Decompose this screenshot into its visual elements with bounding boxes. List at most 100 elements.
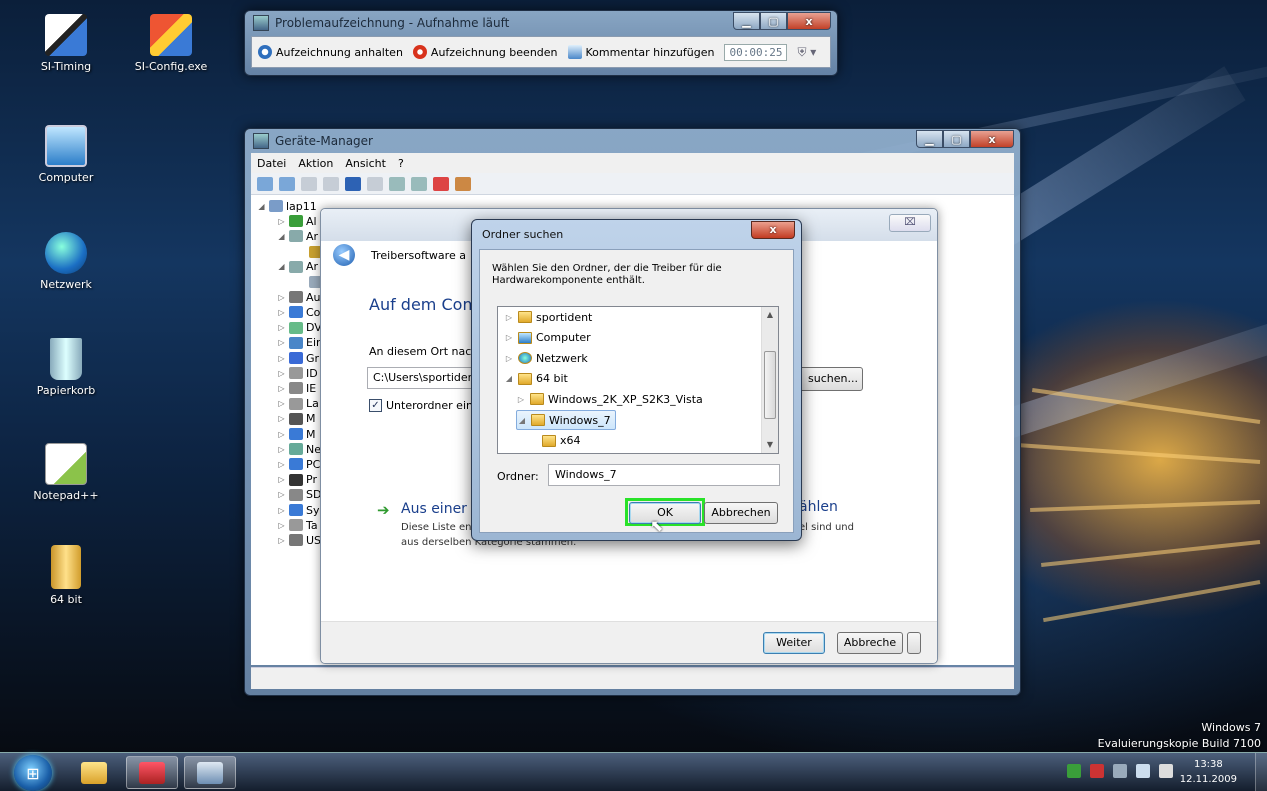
cancel-button[interactable]: Abbrechen bbox=[704, 502, 778, 524]
device-tree-item[interactable]: ▷ ID bbox=[277, 366, 317, 380]
expand-arrow-icon[interactable]: ▷ bbox=[504, 333, 514, 342]
expand-arrow-icon[interactable]: ▷ bbox=[277, 506, 286, 515]
expand-arrow-icon[interactable]: ▷ bbox=[516, 395, 526, 404]
scan-hardware-icon[interactable] bbox=[389, 176, 405, 191]
expand-arrow-icon[interactable]: ◢ bbox=[504, 374, 514, 383]
wizard-close-button[interactable]: ⌧ bbox=[889, 214, 931, 232]
help-icon[interactable] bbox=[345, 176, 361, 191]
expand-arrow-icon[interactable]: ◢ bbox=[277, 262, 286, 271]
expand-arrow-icon[interactable]: ▷ bbox=[277, 521, 286, 530]
uninstall-icon[interactable] bbox=[433, 176, 449, 191]
help-icon[interactable]: ⛨ ▾ bbox=[797, 45, 816, 60]
device-tree-item[interactable]: ▷ M bbox=[277, 427, 315, 441]
device-tree-item[interactable]: ◢ Ar bbox=[277, 229, 318, 243]
expand-arrow-icon[interactable]: ▷ bbox=[277, 430, 286, 439]
minimize-button[interactable]: ▁ bbox=[916, 130, 943, 148]
disable-icon[interactable] bbox=[455, 176, 471, 191]
device-tree-item[interactable]: ◢ lap11 bbox=[257, 199, 316, 213]
device-tree-item[interactable]: ▷ SD bbox=[277, 488, 321, 502]
device-tree-item[interactable]: ▷ Al bbox=[277, 214, 316, 228]
folder-tree-item[interactable]: ▷ Computer bbox=[504, 328, 595, 348]
scroll-up-arrow-icon[interactable]: ▲ bbox=[762, 307, 778, 323]
tray-volume-icon[interactable] bbox=[1159, 764, 1173, 778]
close-button[interactable]: x bbox=[970, 130, 1014, 148]
taskbar-clock[interactable]: 13:38 12.11.2009 bbox=[1180, 757, 1237, 787]
properties-icon[interactable] bbox=[323, 176, 339, 191]
desktop-icon-si-timing[interactable]: SI-Timing bbox=[25, 14, 107, 73]
device-tree-item[interactable]: ▷ US bbox=[277, 533, 321, 547]
device-tree-item[interactable]: ◢ Ar bbox=[277, 260, 318, 274]
expand-arrow-icon[interactable]: ▷ bbox=[277, 414, 286, 423]
tray-action-center-icon[interactable] bbox=[1090, 764, 1104, 778]
taskbar-device-manager[interactable] bbox=[184, 756, 236, 789]
expand-arrow-icon[interactable]: ▷ bbox=[277, 460, 286, 469]
expand-arrow-icon[interactable]: ▷ bbox=[277, 445, 286, 454]
device-tree-item[interactable]: ▷ Ta bbox=[277, 518, 317, 532]
menu-ansicht[interactable]: Ansicht bbox=[345, 157, 386, 170]
device-tree-item[interactable]: ▷ Gr bbox=[277, 351, 319, 365]
folder-tree-item[interactable]: x64 bbox=[528, 431, 585, 451]
close-button[interactable]: x bbox=[787, 12, 831, 30]
folder-tree-item[interactable]: ▷ Netzwerk bbox=[504, 348, 592, 368]
update-driver-icon[interactable] bbox=[411, 176, 427, 191]
tray-network-icon[interactable] bbox=[1136, 764, 1150, 778]
minimize-button[interactable]: ▁ bbox=[733, 12, 760, 30]
device-tree-item[interactable]: ▷ La bbox=[277, 397, 318, 411]
back-arrow-icon[interactable]: ◀ bbox=[333, 244, 355, 266]
expand-arrow-icon[interactable]: ◢ bbox=[277, 232, 286, 241]
tray-usb-icon[interactable] bbox=[1113, 764, 1127, 778]
pick-from-list-link-tail[interactable]: ählen bbox=[799, 499, 838, 515]
folder-tree-item[interactable]: ▷ Windows_2K_XP_S2K3_Vista bbox=[516, 389, 707, 409]
maximize-button[interactable]: ▢ bbox=[760, 12, 787, 30]
taskbar-explorer[interactable] bbox=[68, 756, 120, 789]
expand-arrow-icon[interactable]: ▷ bbox=[277, 293, 286, 302]
expand-arrow-icon[interactable]: ▷ bbox=[277, 217, 286, 226]
view-icon[interactable] bbox=[301, 176, 317, 191]
expand-arrow-icon[interactable]: ▷ bbox=[277, 323, 286, 332]
folder-tree-item[interactable]: ◢ Windows_7 bbox=[516, 410, 616, 430]
folder-name-input[interactable]: Windows_7 bbox=[548, 464, 780, 486]
scrollbar-thumb[interactable] bbox=[764, 351, 776, 419]
menu-datei[interactable]: Datei bbox=[257, 157, 286, 170]
expand-arrow-icon[interactable]: ◢ bbox=[517, 416, 527, 425]
desktop-icon-si-config[interactable]: SI-Config.exe bbox=[130, 14, 212, 73]
device-tree-item[interactable]: ▷ PC bbox=[277, 457, 320, 471]
expand-arrow-icon[interactable]: ▷ bbox=[277, 399, 286, 408]
device-tree-item[interactable]: ▷ Sy bbox=[277, 503, 319, 517]
desktop-icon-64bit-folder[interactable]: 64 bit bbox=[25, 545, 107, 606]
add-comment-button[interactable]: Kommentar hinzufügen bbox=[567, 45, 714, 59]
expand-arrow-icon[interactable]: ▷ bbox=[277, 354, 286, 363]
forward-arrow-icon[interactable] bbox=[279, 176, 295, 191]
device-tree-item[interactable]: ▷ IE bbox=[277, 381, 316, 395]
back-arrow-icon[interactable] bbox=[257, 176, 273, 191]
include-subfolders-checkbox[interactable]: ✓ Unterordner einb bbox=[369, 399, 480, 412]
browse-dialog-close-button[interactable]: x bbox=[751, 221, 795, 239]
cancel-button[interactable]: Abbreche bbox=[837, 632, 903, 654]
expand-arrow-icon[interactable]: ▷ bbox=[277, 338, 286, 347]
desktop-icon-computer[interactable]: Computer bbox=[25, 125, 107, 184]
device-tree-item[interactable]: ▷ Eir bbox=[277, 336, 320, 350]
expand-arrow-icon[interactable]: ◢ bbox=[257, 202, 266, 211]
stop-recording-button[interactable]: Aufzeichnung beenden bbox=[412, 45, 558, 59]
folder-tree-scrollbar[interactable]: ▲ ▼ bbox=[761, 307, 778, 453]
start-button[interactable]: ⊞ bbox=[14, 755, 52, 791]
device-manager-titlebar[interactable]: Geräte-Manager bbox=[245, 129, 1020, 153]
desktop-icon-network[interactable]: Netzwerk bbox=[25, 232, 107, 291]
show-desktop-button[interactable] bbox=[1255, 753, 1267, 791]
device-tree-item[interactable]: ▷ Co bbox=[277, 305, 320, 319]
details-icon[interactable] bbox=[367, 176, 383, 191]
maximize-button[interactable]: ▢ bbox=[943, 130, 970, 148]
device-tree-item[interactable]: ▷ DV bbox=[277, 321, 321, 335]
folder-tree-item[interactable]: ◢ 64 bit bbox=[504, 369, 572, 389]
scroll-down-arrow-icon[interactable]: ▼ bbox=[762, 437, 778, 453]
menu-help[interactable]: ? bbox=[398, 157, 404, 170]
folder-tree-item[interactable]: ▷ sportident bbox=[504, 307, 596, 327]
expand-arrow-icon[interactable]: ▷ bbox=[504, 354, 514, 363]
expand-arrow-icon[interactable]: ▷ bbox=[277, 490, 286, 499]
taskbar-toolbox[interactable] bbox=[126, 756, 178, 789]
device-tree-item[interactable]: ▷ Pr bbox=[277, 473, 317, 487]
pick-from-list-link[interactable]: Aus einer L bbox=[401, 501, 479, 517]
tray-update-icon[interactable] bbox=[1067, 764, 1081, 778]
expand-arrow-icon[interactable]: ▷ bbox=[277, 369, 286, 378]
desktop-icon-recycle-bin[interactable]: Papierkorb bbox=[25, 338, 107, 397]
